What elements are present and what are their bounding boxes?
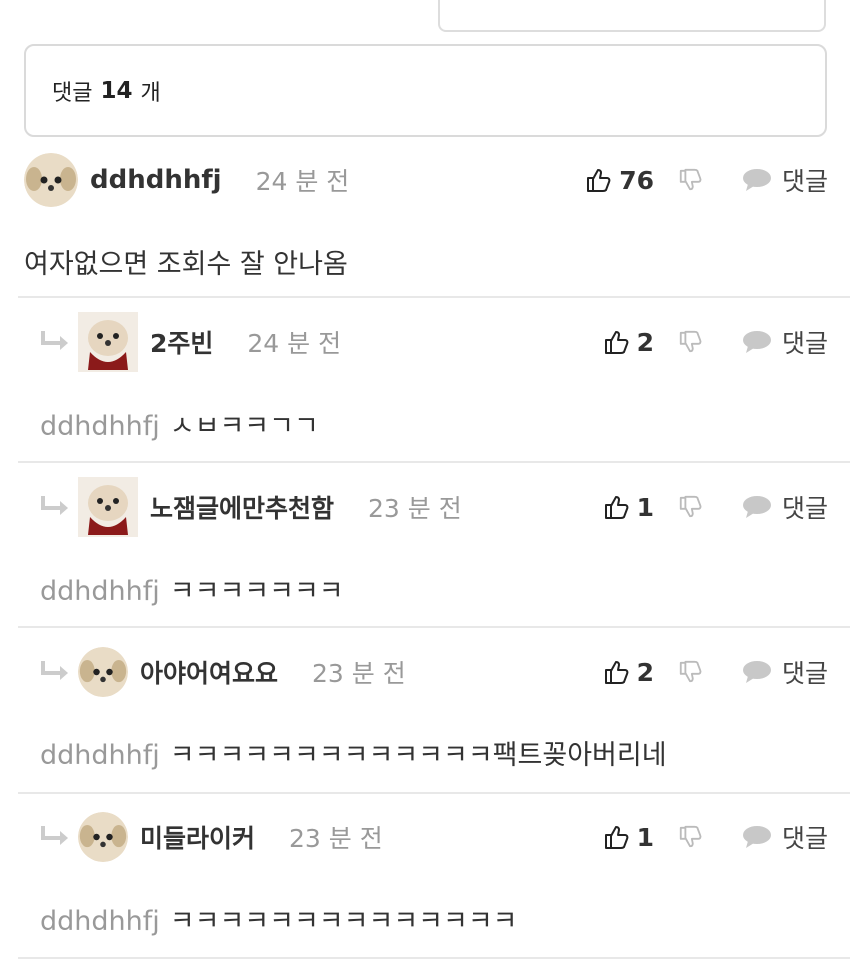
reply-actions: 1 댓글	[603, 809, 828, 865]
like-button[interactable]: 2	[603, 658, 654, 687]
thumbs-down-icon	[679, 168, 702, 191]
divider	[18, 626, 850, 628]
speech-bubble-icon	[742, 169, 771, 191]
reply-body: ㅅㅂㅋㅋㄱㄱ	[169, 411, 319, 442]
divider	[18, 957, 850, 959]
reply-author[interactable]: 노잼글에만추천함	[150, 489, 334, 525]
dislike-button[interactable]	[678, 495, 702, 519]
thumbs-down-icon	[679, 660, 702, 683]
dog-avatar[interactable]	[24, 153, 78, 207]
post-action-bar: ┃ ◆ ▦	[438, 0, 826, 32]
like-button[interactable]: 76	[585, 166, 654, 195]
like-count: 2	[636, 657, 654, 687]
comment-time: 24 분 전	[255, 167, 350, 196]
comment-count-prefix: 댓글	[52, 80, 93, 106]
reply-time: 23 분 전	[312, 659, 406, 688]
reply-button[interactable]: 댓글	[742, 162, 828, 198]
dog-avatar[interactable]	[78, 647, 128, 697]
reply-arrow-icon	[41, 496, 68, 515]
reply-header: 아야어여요요 23 분 전	[40, 644, 406, 700]
divider	[18, 296, 850, 298]
divider	[18, 461, 850, 463]
dislike-button[interactable]	[678, 168, 702, 192]
reply-header: 미들라이커 23 분 전	[40, 809, 383, 865]
comment-count-suffix: 개	[140, 80, 161, 106]
comment-body: 여자없으면 조회수 잘 안나옴	[24, 249, 348, 280]
speech-bubble-icon	[742, 826, 771, 848]
reply-author[interactable]: 미들라이커	[140, 819, 255, 855]
reply-author[interactable]: 아야어여요요	[140, 654, 278, 690]
comment-count-box: 댓글 14 개	[24, 44, 827, 137]
like-count: 1	[636, 822, 654, 852]
thumbs-up-icon	[604, 331, 628, 354]
bloody-dog-avatar[interactable]	[78, 477, 138, 537]
comment-actions: 76 댓글	[585, 152, 828, 208]
speech-bubble-icon	[742, 496, 771, 518]
reply-time: 23 분 전	[289, 824, 383, 853]
like-button[interactable]: 1	[603, 823, 654, 852]
speech-bubble-icon	[742, 331, 771, 353]
reply-button[interactable]: 댓글	[742, 654, 828, 690]
reply-text: ddhdhhfj ㅋㅋㅋㅋㅋㅋㅋㅋㅋㅋㅋㅋㅋㅋ	[40, 899, 518, 938]
reply-text: ddhdhhfj ㅋㅋㅋㅋㅋㅋㅋㅋㅋㅋㅋㅋㅋ팩트꽂아버리네	[40, 733, 667, 772]
comment-header: ddhdhhfj 24 분 전	[24, 152, 349, 208]
reply-time: 23 분 전	[368, 494, 462, 523]
reply-header: 노잼글에만추천함 23 분 전	[40, 477, 462, 537]
reply-label: 댓글	[781, 659, 828, 688]
reply-header: 2주빈 24 분 전	[40, 312, 342, 372]
thumbs-down-icon	[679, 330, 702, 353]
bloody-dog-avatar[interactable]	[78, 312, 138, 372]
reply-button[interactable]: 댓글	[742, 324, 828, 360]
thumbs-down-icon	[679, 495, 702, 518]
comment-author[interactable]: ddhdhhfj	[90, 165, 222, 195]
reply-time: 24 분 전	[247, 329, 342, 358]
divider	[18, 792, 850, 794]
thumbs-up-icon	[604, 496, 628, 519]
like-count: 2	[636, 327, 654, 357]
thumbs-up-icon	[587, 169, 611, 192]
reply-author[interactable]: 2주빈	[150, 324, 213, 360]
reply-text: ddhdhhfj ㅅㅂㅋㅋㄱㄱ	[40, 404, 319, 443]
like-count: 76	[619, 165, 654, 195]
mention[interactable]: ddhdhhfj	[40, 576, 160, 607]
reply-label: 댓글	[781, 329, 828, 358]
like-button[interactable]: 1	[603, 493, 654, 522]
reply-label: 댓글	[781, 824, 828, 853]
like-button[interactable]: 2	[603, 328, 654, 357]
thumbs-up-icon	[604, 661, 628, 684]
thumbs-up-icon	[604, 826, 628, 849]
reply-arrow-icon	[41, 826, 68, 845]
reply-button[interactable]: 댓글	[742, 819, 828, 855]
like-count: 1	[636, 492, 654, 522]
mention[interactable]: ddhdhhfj	[40, 740, 160, 771]
thumbs-down-icon	[679, 825, 702, 848]
reply-label: 댓글	[781, 494, 828, 523]
mention[interactable]: ddhdhhfj	[40, 411, 160, 442]
dog-avatar[interactable]	[78, 812, 128, 862]
reply-body: ㅋㅋㅋㅋㅋㅋㅋ	[169, 576, 344, 607]
comment-text: 여자없으면 조회수 잘 안나옴	[24, 242, 348, 281]
reply-actions: 2 댓글	[603, 314, 828, 370]
mention[interactable]: ddhdhhfj	[40, 906, 160, 937]
reply-text: ddhdhhfj ㅋㅋㅋㅋㅋㅋㅋ	[40, 569, 344, 608]
reply-body: ㅋㅋㅋㅋㅋㅋㅋㅋㅋㅋㅋㅋㅋㅋ	[169, 906, 518, 937]
reply-actions: 2 댓글	[603, 644, 828, 700]
dislike-button[interactable]	[678, 330, 702, 354]
reply-label: 댓글	[781, 167, 828, 196]
reply-arrow-icon	[41, 661, 68, 680]
reply-actions: 1 댓글	[603, 479, 828, 535]
speech-bubble-icon	[742, 661, 771, 683]
reply-arrow-icon	[41, 331, 68, 350]
dislike-button[interactable]	[678, 660, 702, 684]
dislike-button[interactable]	[678, 825, 702, 849]
reply-body: ㅋㅋㅋㅋㅋㅋㅋㅋㅋㅋㅋㅋㅋ팩트꽂아버리네	[169, 740, 667, 771]
comment-count-number: 14	[100, 77, 133, 104]
reply-button[interactable]: 댓글	[742, 489, 828, 525]
